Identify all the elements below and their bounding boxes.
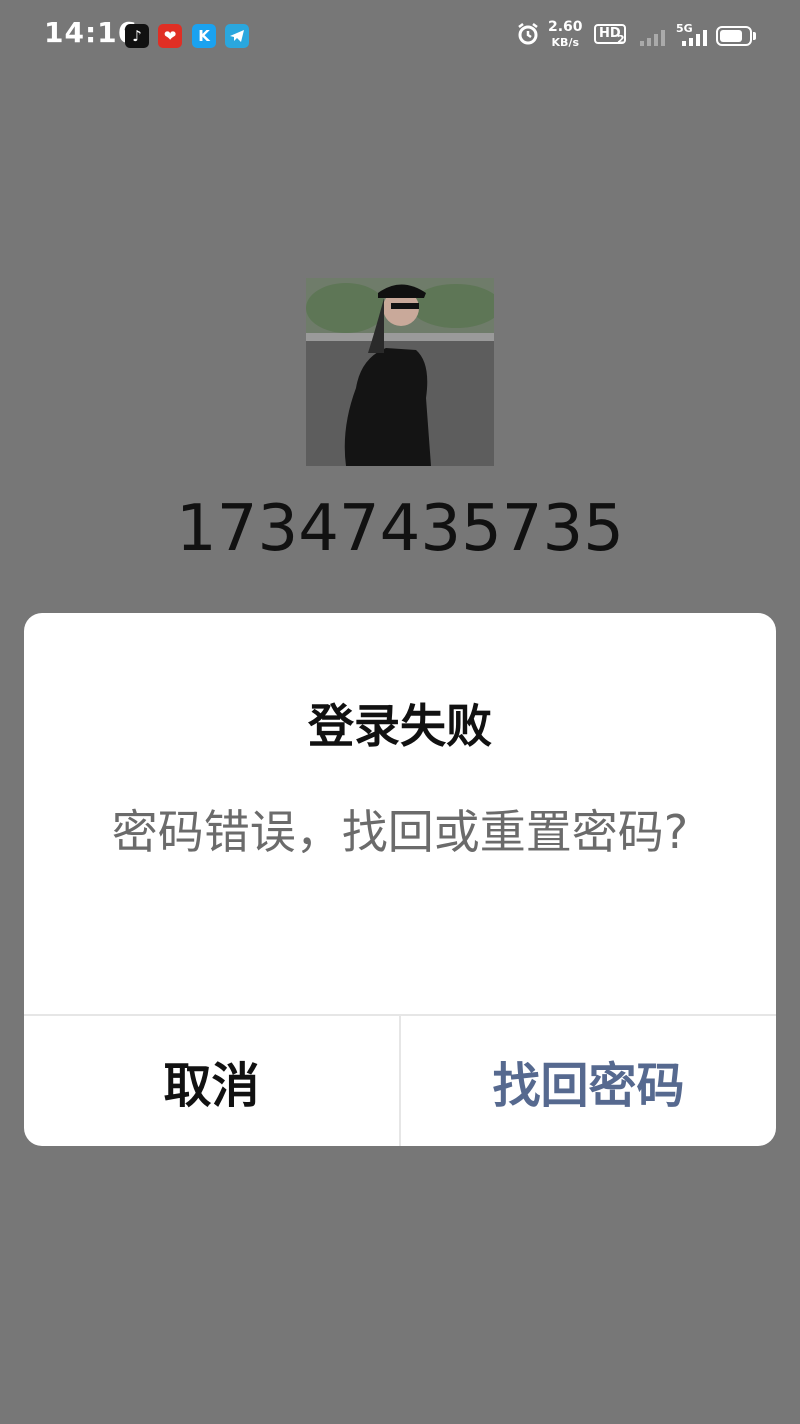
status-bar: 14:16 ♪ ❤ K 2.60 KB/s HD 2 5G [0,0,800,72]
k-app-icon: K [192,24,216,48]
cancel-button[interactable]: 取消 [24,1016,399,1146]
signal-icon-sim2 [682,28,710,50]
battery-tip [753,32,756,40]
dialog-message: 密码错误，找回或重置密码? [111,805,689,859]
pinduoduo-icon: ❤ [158,24,182,48]
alarm-icon [516,22,540,50]
network-speed-unit: KB/s [551,36,580,49]
avatar [306,278,494,466]
signal-icon-sim1 [640,28,668,50]
tiktok-icon: ♪ [125,24,149,48]
telegram-icon [225,24,249,48]
account-phone-number: 17347435735 [176,492,624,566]
network-speed-value: 2.60 [548,19,583,35]
recover-password-button[interactable]: 找回密码 [401,1016,776,1146]
dialog-title: 登录失败 [308,699,492,753]
hd-sim-index: 2 [617,33,625,46]
network-speed: 2.60 KB/s [548,20,583,50]
battery-icon [716,26,752,46]
